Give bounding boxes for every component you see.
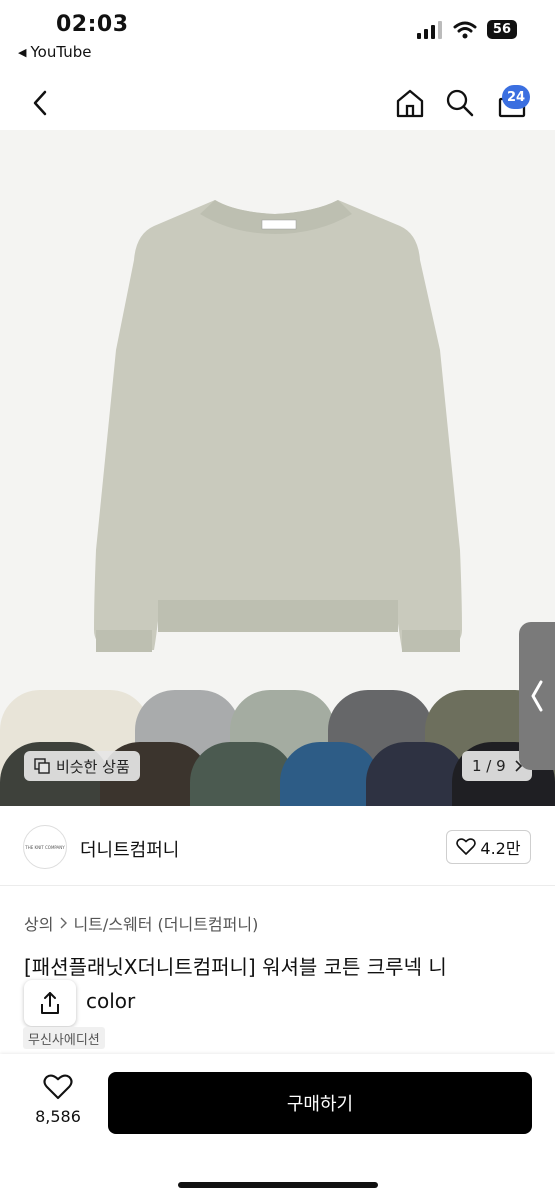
home-button[interactable] — [390, 80, 430, 126]
top-nav — [0, 80, 555, 130]
cart-count-badge: 24 — [502, 85, 530, 109]
brand-logo-text: THE KNIT COMPANY — [25, 844, 65, 850]
wifi-icon — [453, 21, 477, 38]
status-bar: 02:03 ◀ YouTube 56 — [0, 0, 555, 70]
chevron-right-icon — [60, 917, 68, 929]
home-indicator — [178, 1182, 378, 1188]
brand-logo[interactable]: THE KNIT COMPANY — [23, 825, 67, 869]
similar-products-label: 비슷한 상품 — [56, 757, 130, 776]
back-to-app-link[interactable]: ◀ YouTube — [18, 43, 91, 61]
buy-button[interactable]: 구매하기 — [108, 1072, 532, 1134]
brand-like-count: 4.2만 — [480, 839, 521, 858]
breadcrumb-subcategory[interactable]: 니트/스웨터 (더니트컴퍼니) — [73, 911, 258, 935]
product-title: [패션플래닛X더니트컴퍼니] 워셔블 코튼 크루넥 니 color — [24, 950, 534, 1018]
color-swatch-navy — [366, 742, 466, 806]
back-triangle-icon: ◀ — [18, 45, 27, 59]
heart-icon — [456, 838, 477, 855]
brand-like-button[interactable]: 4.2만 — [446, 830, 531, 864]
product-title-line1: [패션플래닛X더니트컴퍼니] 워셔블 코튼 크루넥 니 — [24, 955, 447, 979]
search-icon — [446, 89, 474, 117]
sweater-image — [94, 200, 462, 652]
wishlist-count: 8,586 — [35, 1107, 81, 1126]
similar-products-button[interactable]: 비슷한 상품 — [24, 751, 140, 781]
chevron-left-icon — [531, 680, 543, 712]
edition-tag: 무신사에디션 — [23, 1027, 105, 1049]
copy-squares-icon — [34, 758, 50, 774]
wishlist-button[interactable]: 8,586 — [30, 1074, 86, 1126]
cellular-signal-icon — [416, 20, 442, 39]
search-button[interactable] — [440, 80, 480, 126]
battery-indicator: 56 — [486, 20, 517, 39]
color-swatch-blue — [280, 742, 380, 806]
bottom-action-bar: 8,586 구매하기 — [0, 1054, 555, 1200]
share-icon — [41, 992, 59, 1014]
breadcrumb: 상의 니트/스웨터 (더니트컴퍼니) — [24, 911, 258, 935]
status-icons: 56 — [416, 20, 517, 39]
brand-name[interactable]: 더니트컴퍼니 — [80, 836, 179, 862]
chevron-left-icon — [33, 90, 47, 116]
color-variant-strip — [0, 690, 555, 806]
share-button[interactable] — [24, 980, 76, 1026]
clock: 02:03 — [56, 12, 129, 37]
back-app-label: YouTube — [30, 43, 92, 61]
heart-icon — [43, 1074, 73, 1100]
home-icon — [396, 89, 424, 118]
breadcrumb-category[interactable]: 상의 — [24, 911, 53, 935]
product-image-gallery[interactable]: 비슷한 상품 1 / 9 — [0, 130, 555, 806]
brand-row: THE KNIT COMPANY 더니트컴퍼니 4.2만 — [0, 806, 555, 886]
side-panel-handle[interactable] — [519, 622, 555, 770]
back-button[interactable] — [20, 80, 60, 126]
image-pager-text: 1 / 9 — [472, 757, 506, 775]
product-title-line2: color — [86, 989, 136, 1013]
